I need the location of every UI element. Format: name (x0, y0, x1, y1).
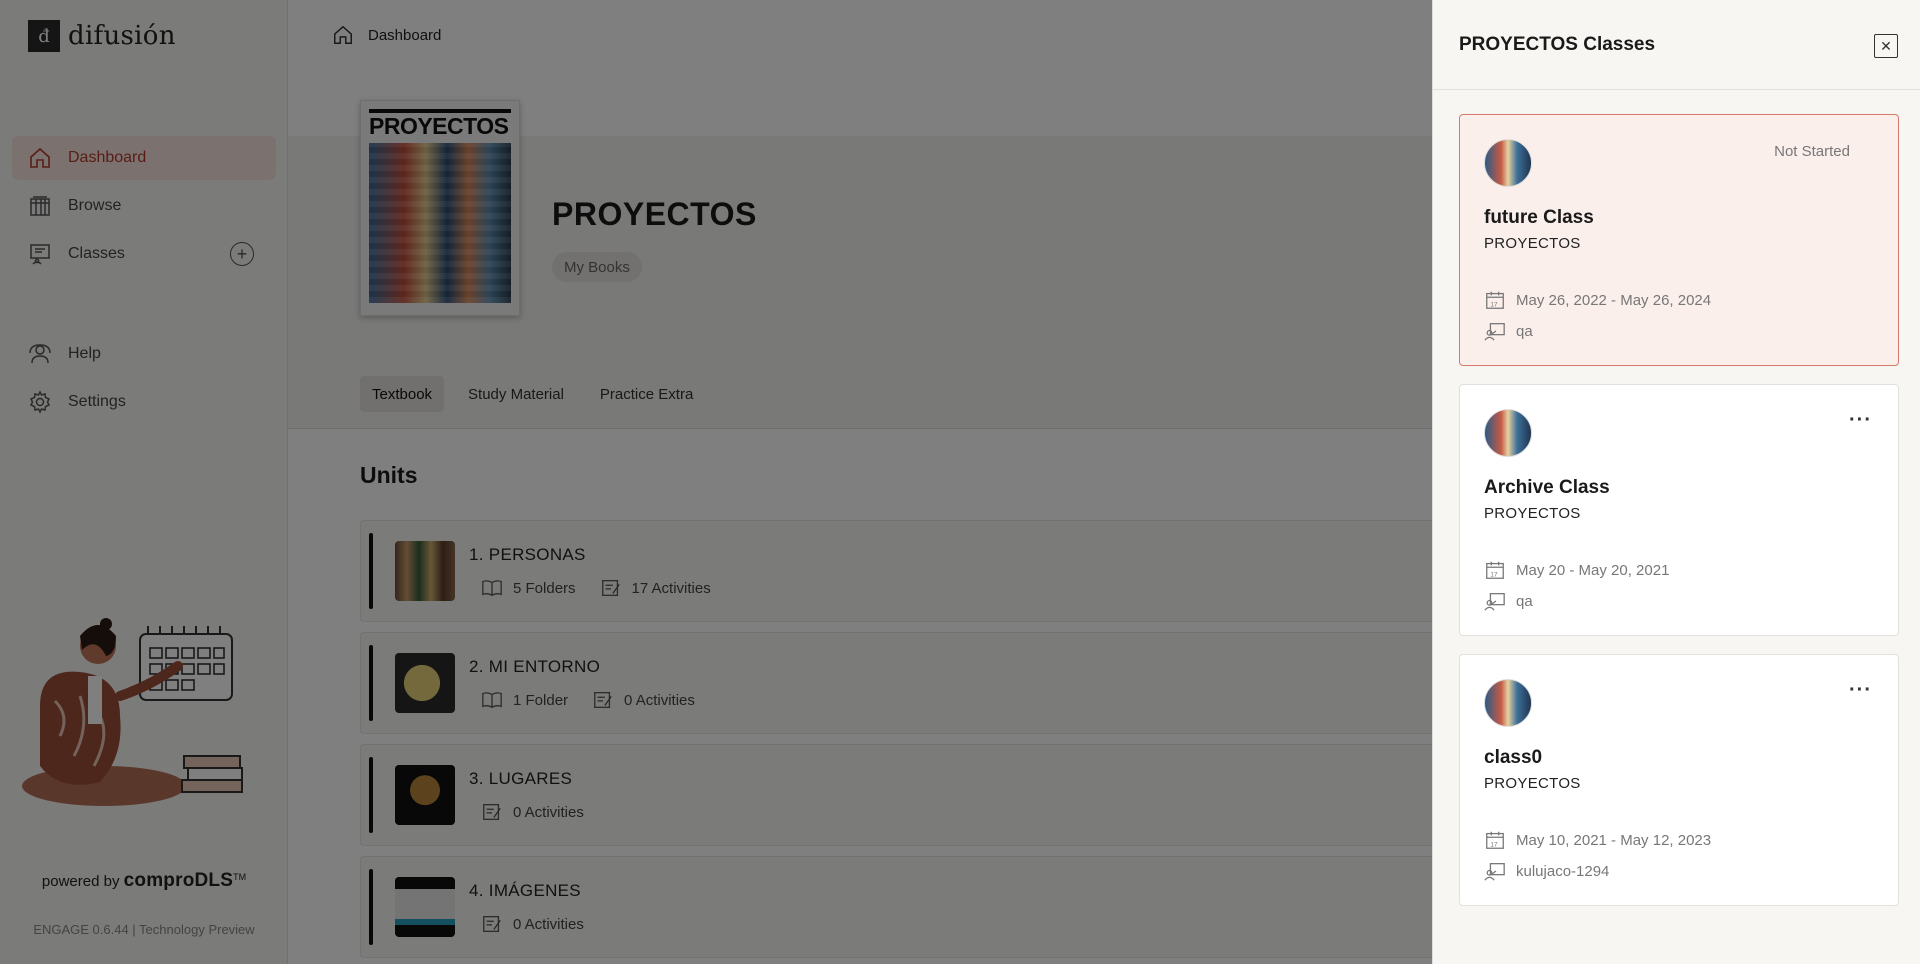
class-teacher: kulujaco-1294 (1484, 860, 1609, 882)
class-dates: 17 May 26, 2022 - May 26, 2024 (1484, 289, 1711, 311)
class-date-range: May 10, 2021 - May 12, 2023 (1516, 831, 1712, 849)
class-card[interactable]: ··· Archive Class PROYECTOS 17 May 20 - … (1459, 384, 1899, 636)
more-options-button[interactable]: ··· (1849, 409, 1872, 432)
class-status: Not Started (1774, 143, 1850, 160)
calendar-icon: 17 (1486, 561, 1504, 579)
modal-backdrop[interactable] (0, 0, 1432, 964)
class-name: future Class (1484, 207, 1594, 228)
teacher-icon (1484, 593, 1505, 611)
class-avatar (1484, 139, 1532, 187)
close-icon: ✕ (1880, 37, 1892, 54)
svg-text:17: 17 (1490, 571, 1498, 578)
svg-text:17: 17 (1490, 841, 1498, 848)
drawer-header: PROYECTOS Classes ✕ (1433, 0, 1920, 90)
teacher-icon (1484, 323, 1505, 341)
class-book: PROYECTOS (1484, 505, 1581, 522)
class-name: class0 (1484, 747, 1543, 768)
teacher-icon (1484, 863, 1505, 881)
class-avatar (1484, 679, 1532, 727)
class-name: Archive Class (1484, 477, 1610, 498)
class-teacher-name: qa (1516, 592, 1533, 610)
class-teacher: qa (1484, 320, 1533, 342)
more-options-button[interactable]: ··· (1849, 679, 1872, 702)
close-button[interactable]: ✕ (1874, 34, 1898, 58)
class-card[interactable]: ··· class0 PROYECTOS 17 May 10, 2021 - M… (1459, 654, 1899, 906)
drawer-title: PROYECTOS Classes (1459, 34, 1656, 55)
calendar-icon: 17 (1486, 291, 1504, 309)
class-book: PROYECTOS (1484, 235, 1581, 252)
class-card[interactable]: Not Started future Class PROYECTOS 17 Ma… (1459, 114, 1899, 366)
class-teacher-name: kulujaco-1294 (1516, 862, 1610, 880)
class-date-range: May 20 - May 20, 2021 (1516, 561, 1670, 579)
svg-text:17: 17 (1490, 301, 1498, 308)
class-dates: 17 May 20 - May 20, 2021 (1484, 559, 1669, 581)
class-avatar (1484, 409, 1532, 457)
class-teacher: qa (1484, 590, 1533, 612)
classes-drawer: PROYECTOS Classes ✕ Not Started future C… (1432, 0, 1920, 964)
class-teacher-name: qa (1516, 322, 1533, 340)
class-book: PROYECTOS (1484, 775, 1581, 792)
class-dates: 17 May 10, 2021 - May 12, 2023 (1484, 829, 1711, 851)
calendar-icon: 17 (1486, 831, 1504, 849)
class-date-range: May 26, 2022 - May 26, 2024 (1516, 291, 1712, 309)
